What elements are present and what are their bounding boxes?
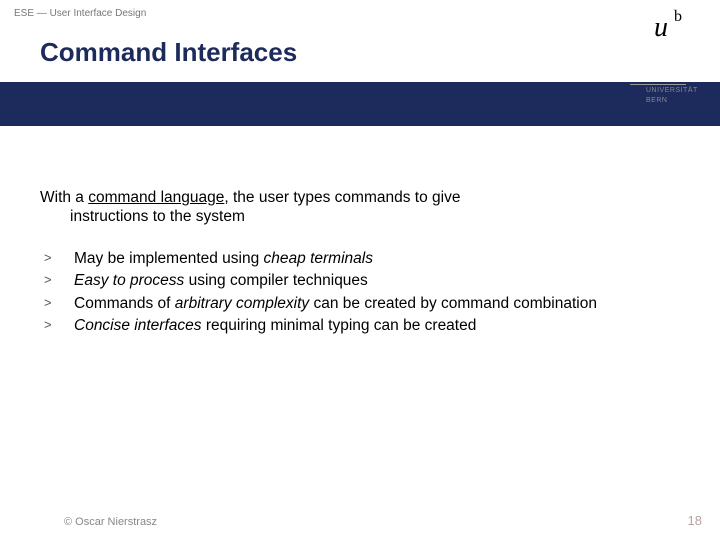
slide-content: With a command language, the user types …: [0, 126, 720, 335]
university-logo: u b UNIVERSITÄT BERN: [614, 8, 694, 106]
bullet-marker: >: [40, 249, 74, 266]
logo-label-2: BERN: [646, 97, 694, 105]
intro-paragraph: With a command language, the user types …: [40, 188, 670, 227]
bullet-text: Easy to process using compiler technique…: [74, 271, 670, 290]
intro-post: , the user types commands to give: [224, 189, 460, 206]
list-item: > Easy to process using compiler techniq…: [40, 271, 670, 290]
slide-header: ESE — User Interface Design: [0, 0, 720, 19]
logo-b-glyph: b: [674, 8, 682, 26]
list-item: > May be implemented using cheap termina…: [40, 249, 670, 268]
intro-pre: With a: [40, 189, 88, 206]
bullet-text: May be implemented using cheap terminals: [74, 249, 670, 268]
list-item: > Commands of arbitrary complexity can b…: [40, 294, 670, 313]
intro-keyword: command language: [88, 189, 224, 206]
bullet-text: Commands of arbitrary complexity can be …: [74, 294, 670, 313]
logo-divider: [630, 84, 686, 85]
bullet-marker: >: [40, 271, 74, 288]
logo-u-glyph: u: [654, 12, 668, 44]
title-bar: [0, 82, 720, 126]
list-item: > Concise interfaces requiring minimal t…: [40, 316, 670, 335]
bullet-list: > May be implemented using cheap termina…: [40, 249, 670, 336]
logo-label-1: UNIVERSITÄT: [646, 87, 694, 95]
slide-title: Command Interfaces: [0, 19, 720, 82]
bullet-marker: >: [40, 316, 74, 333]
bullet-text: Concise interfaces requiring minimal typ…: [74, 316, 670, 335]
intro-line2: instructions to the system: [40, 207, 670, 226]
page-number: 18: [688, 513, 702, 528]
bullet-marker: >: [40, 294, 74, 311]
footer-copyright: © Oscar Nierstrasz: [64, 516, 157, 528]
